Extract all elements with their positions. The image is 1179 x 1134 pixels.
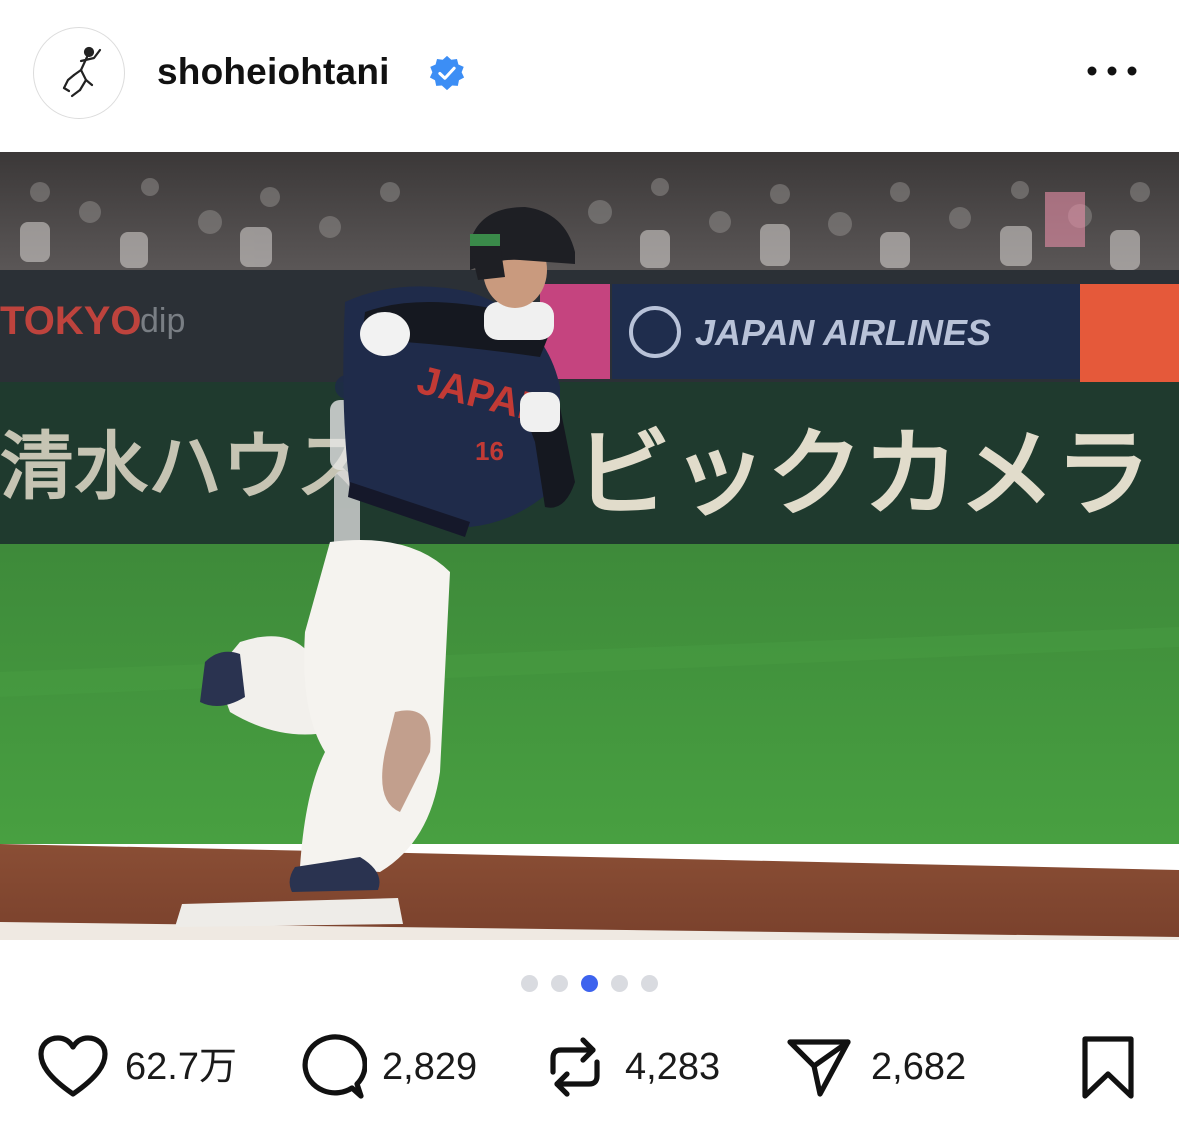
comment-bubble-icon	[302, 1034, 367, 1099]
svg-text:dip: dip	[140, 302, 185, 340]
post-header: shoheiohtani	[0, 0, 1179, 152]
send-icon	[787, 1039, 851, 1097]
left-ad-text: TOKYO	[0, 299, 142, 343]
bookmark-icon	[1082, 1036, 1134, 1099]
wall-ad-right: ビックカメラ	[575, 418, 1151, 530]
verified-badge-icon	[429, 55, 465, 91]
heart-icon	[38, 1035, 108, 1097]
baseball-runner-photo: TOKYO dip JAPAN AIRLINES 清水ハウス ビックカメラ JA…	[0, 152, 1179, 940]
carousel-dot-3-active[interactable]	[581, 975, 598, 992]
avatar[interactable]	[33, 27, 125, 119]
carousel-dot-4[interactable]	[611, 975, 628, 992]
like-button[interactable]: 62.7万	[37, 1030, 267, 1106]
airline-banner-text: JAPAN AIRLINES	[695, 312, 991, 353]
more-horizontal-icon[interactable]	[1086, 58, 1138, 84]
save-button[interactable]	[1080, 1030, 1140, 1106]
username[interactable]: shoheiohtani	[157, 48, 390, 96]
carousel-dot-2[interactable]	[551, 975, 568, 992]
carousel-dot-5[interactable]	[641, 975, 658, 992]
carousel-indicator	[0, 975, 1179, 993]
like-count: 62.7万	[125, 1046, 237, 1088]
share-count: 2,682	[871, 1046, 967, 1088]
wall-ad-left: 清水ハウス	[0, 424, 370, 510]
comment-button[interactable]: 2,829	[297, 1030, 517, 1106]
action-bar: 62.7万 2,829 4,283 2,682	[0, 1030, 1179, 1110]
carousel-dot-1[interactable]	[521, 975, 538, 992]
comment-count: 2,829	[382, 1046, 478, 1088]
repost-count: 4,283	[625, 1046, 721, 1088]
repost-icon	[550, 1037, 600, 1097]
post-photo[interactable]: TOKYO dip JAPAN AIRLINES 清水ハウス ビックカメラ JA…	[0, 152, 1179, 940]
jersey-number: 16	[475, 436, 504, 466]
share-button[interactable]: 2,682	[786, 1030, 996, 1106]
repost-button[interactable]: 4,283	[545, 1030, 755, 1106]
baseball-player-sketch-icon	[62, 46, 102, 98]
